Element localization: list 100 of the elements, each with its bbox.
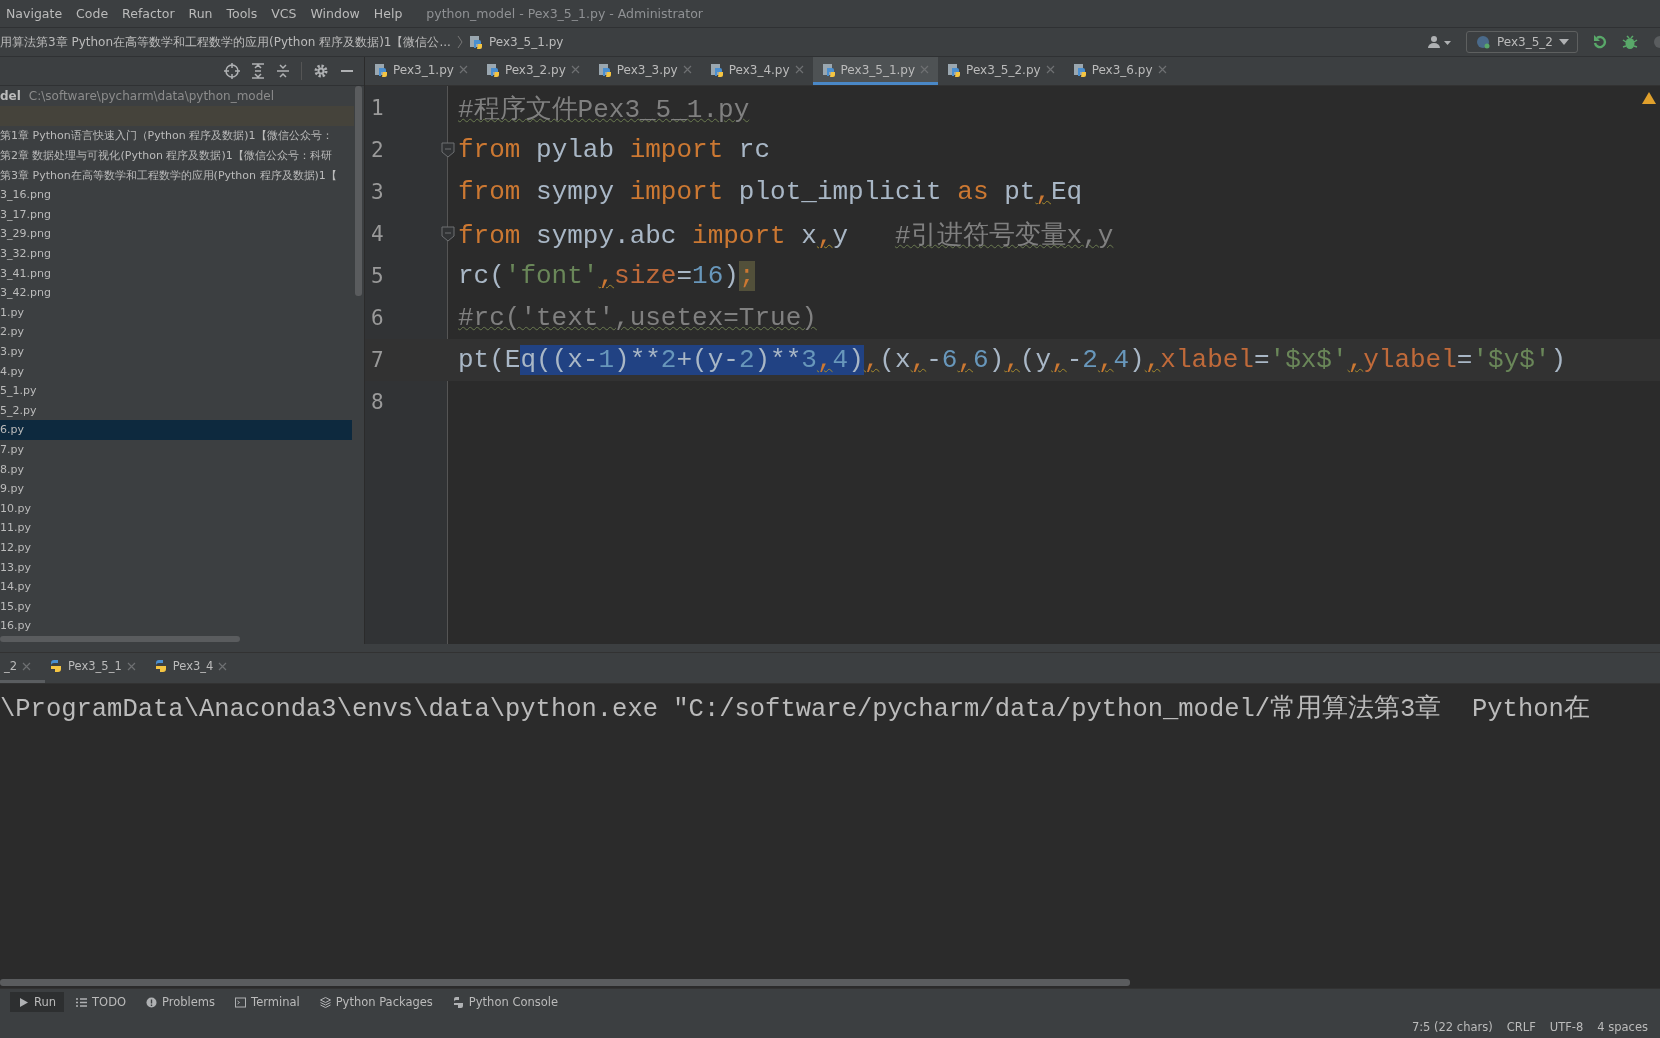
tool-window-tab[interactable]: Terminal <box>227 992 308 1013</box>
menu-item[interactable]: Window <box>310 5 360 21</box>
scrollbar[interactable] <box>355 86 362 297</box>
editor-tab[interactable]: Pex3_4.py <box>700 57 813 86</box>
python-file-icon <box>821 62 836 77</box>
tree-item[interactable]: 4.py <box>0 361 352 382</box>
breadcrumb[interactable]: Pex3_5_1.py <box>488 35 564 50</box>
collapse-all-icon[interactable] <box>276 63 290 80</box>
tool-window-tab[interactable]: Problems <box>138 992 224 1013</box>
tree-item[interactable]: 7.py <box>0 439 352 460</box>
tool-window-tab[interactable]: TODO <box>68 992 135 1013</box>
fold-icon[interactable] <box>441 226 455 243</box>
tree-item[interactable]: 3.py <box>0 341 352 362</box>
editor-tab[interactable]: Pex3_5_1.py <box>812 57 939 86</box>
editor-tab[interactable]: Pex3_5_2.py <box>938 57 1064 86</box>
tree-item[interactable]: 13.py <box>0 557 352 578</box>
tree-item[interactable]: 2.py <box>0 322 352 342</box>
menu-item[interactable]: Run <box>188 5 213 21</box>
status-item[interactable]: 7:5 (22 chars) <box>1411 1020 1493 1035</box>
tree-item[interactable]: 10.py <box>0 498 352 519</box>
tree-item[interactable]: 3_29.png <box>0 224 352 244</box>
editor-tab[interactable]: Pex3_6.py <box>1063 57 1176 86</box>
tree-item[interactable]: 第1章 Python语言快速入门（Python 程序及数据)1【微信公众号： <box>0 126 352 147</box>
tree-item[interactable]: 16.py <box>0 616 352 636</box>
warning-icon[interactable] <box>1642 92 1656 105</box>
status-item[interactable]: 4 spaces <box>1597 1020 1648 1035</box>
close-icon[interactable] <box>22 661 32 671</box>
project-path: C:\software\pycharm\data\python_model <box>28 89 275 104</box>
line-number: 7 <box>371 348 384 373</box>
close-icon[interactable] <box>682 65 692 75</box>
menu-item[interactable]: Code <box>76 5 109 21</box>
breadcrumb[interactable]: 用算法第3章 Python在高等数学和工程数学的应用(Python 程序及数据)1【微信公... <box>0 33 451 51</box>
caret-icon <box>1559 39 1569 46</box>
close-icon[interactable] <box>1157 65 1167 75</box>
line-number: 3 <box>371 180 384 205</box>
tree-item[interactable]: 3_17.png <box>0 204 352 225</box>
tree-item[interactable]: 5_2.py <box>0 400 352 421</box>
settings-icon[interactable] <box>313 63 329 80</box>
line-number: 6 <box>371 306 384 331</box>
tool-window-tab[interactable]: Python Console <box>444 992 567 1013</box>
tree-item[interactable]: 9.py <box>0 479 352 499</box>
close-icon[interactable] <box>218 661 228 671</box>
line-number: 4 <box>371 222 384 247</box>
menu-item[interactable]: VCS <box>271 5 297 21</box>
tree-item[interactable]: 3_32.png <box>0 244 352 264</box>
editor-tab[interactable]: Pex3_2.py <box>476 57 589 86</box>
run-config-dropdown[interactable]: Pex3_5_2 <box>1466 31 1578 54</box>
project-name[interactable]: del <box>0 89 21 104</box>
tool-window-tab[interactable]: Run <box>10 992 65 1013</box>
tree-item[interactable]: 第2章 数据处理与可视化(Python 程序及数据)1【微信公众号：科研 <box>0 146 352 166</box>
editor-tab[interactable]: Pex3_3.py <box>588 57 701 86</box>
console-output: \ProgramData\Anaconda3\envs\data\python.exe "C:/software/pycharm/data/python_model/常用算法第3章 Python在 <box>0 693 1591 725</box>
window-title: python_model - Pex3_5_1.py - Administrator <box>426 5 703 21</box>
python-file-icon <box>1072 62 1087 77</box>
editor-tab[interactable]: Pex3_1.py <box>365 57 477 86</box>
status-item[interactable]: UTF-8 <box>1549 1020 1584 1035</box>
bug-icon[interactable] <box>1622 34 1638 51</box>
tree-item[interactable]: 5_1.py <box>0 381 352 401</box>
tree-item[interactable]: 6.py <box>0 420 352 440</box>
scrollbar[interactable] <box>0 978 1130 986</box>
expand-all-icon[interactable] <box>251 63 265 80</box>
problems-icon <box>146 996 158 1008</box>
tree-item[interactable]: 1.py <box>0 302 352 323</box>
line-number: 5 <box>371 264 384 289</box>
close-icon[interactable] <box>920 65 930 75</box>
code-line: from sympy.abc import x,y #引进符号变量x,y <box>457 219 1114 252</box>
python-file-icon <box>374 62 388 77</box>
scrollbar[interactable] <box>0 635 240 642</box>
rerun-icon[interactable] <box>1592 34 1608 51</box>
tool-window-tab[interactable]: Python Packages <box>311 992 441 1013</box>
close-icon[interactable] <box>1045 65 1055 75</box>
code-line: #程序文件Pex3_5_1.py <box>457 93 750 126</box>
menu-item[interactable]: Refactor <box>122 5 175 21</box>
tree-item[interactable]: 12.py <box>0 537 352 558</box>
close-icon[interactable] <box>794 65 804 75</box>
tree-item[interactable]: 14.py <box>0 577 352 597</box>
python-file-icon <box>947 62 962 77</box>
tree-item[interactable]: 3_41.png <box>0 263 352 284</box>
tree-item[interactable]: 15.py <box>0 596 352 617</box>
python-file-icon <box>485 62 500 77</box>
tree-item[interactable]: 第3章 Python在高等数学和工程数学的应用(Python 程序及数据)1【 <box>0 165 352 186</box>
menu-item[interactable]: Tools <box>226 5 258 21</box>
tree-item[interactable]: 11.py <box>0 518 352 538</box>
close-icon[interactable] <box>458 65 468 75</box>
close-icon[interactable] <box>570 65 580 75</box>
tree-item[interactable]: 3_42.png <box>0 283 352 303</box>
console-session-tab[interactable]: Pex3_4 <box>149 652 242 683</box>
locate-icon[interactable] <box>224 63 240 80</box>
user-icon[interactable] <box>1428 35 1452 50</box>
menu-item[interactable]: Navigate <box>6 5 63 21</box>
tree-item[interactable]: 3_16.png <box>0 185 352 205</box>
status-item[interactable]: CRLF <box>1506 1020 1536 1035</box>
fold-icon[interactable] <box>441 142 455 159</box>
tree-item[interactable]: 8.py <box>0 459 352 480</box>
close-icon[interactable] <box>126 661 136 671</box>
console-icon <box>452 996 464 1008</box>
line-number: 2 <box>371 138 384 163</box>
console-session-tab[interactable]: Pex3_5_1 <box>45 652 150 683</box>
menu-item[interactable]: Help <box>373 5 403 21</box>
line-number: 8 <box>371 390 384 415</box>
